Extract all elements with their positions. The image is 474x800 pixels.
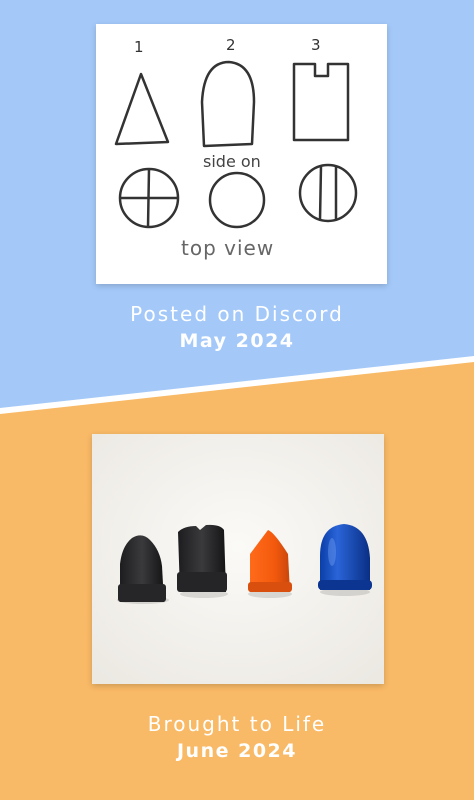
- top-caption: Posted on Discord May 2024: [0, 302, 474, 352]
- page: 1 2 3 side on top view Posted on Discord…: [0, 0, 474, 800]
- top-caption-date: May 2024: [179, 330, 295, 352]
- black-notched-piece: [177, 524, 227, 592]
- arch-sketch: [200, 60, 256, 148]
- circle-cross-sketch: [118, 167, 180, 229]
- top-view-label: top view: [181, 236, 275, 260]
- side-on-label: side on: [203, 152, 261, 171]
- sketch-card: 1 2 3 side on top view: [96, 24, 387, 284]
- top-caption-line1: Posted on Discord: [130, 302, 344, 326]
- photo-card: [92, 434, 384, 684]
- bottom-caption: Brought to Life June 2024: [0, 712, 474, 762]
- circle-lines-sketch: [298, 163, 358, 223]
- bottom-caption-line1: Brought to Life: [147, 712, 327, 736]
- printed-pieces-photo: [92, 434, 384, 684]
- notched-rectangle-sketch: [292, 62, 350, 142]
- bottom-caption-date: June 2024: [176, 740, 297, 762]
- plain-circle-sketch: [208, 171, 266, 229]
- triangle-sketch: [114, 72, 170, 146]
